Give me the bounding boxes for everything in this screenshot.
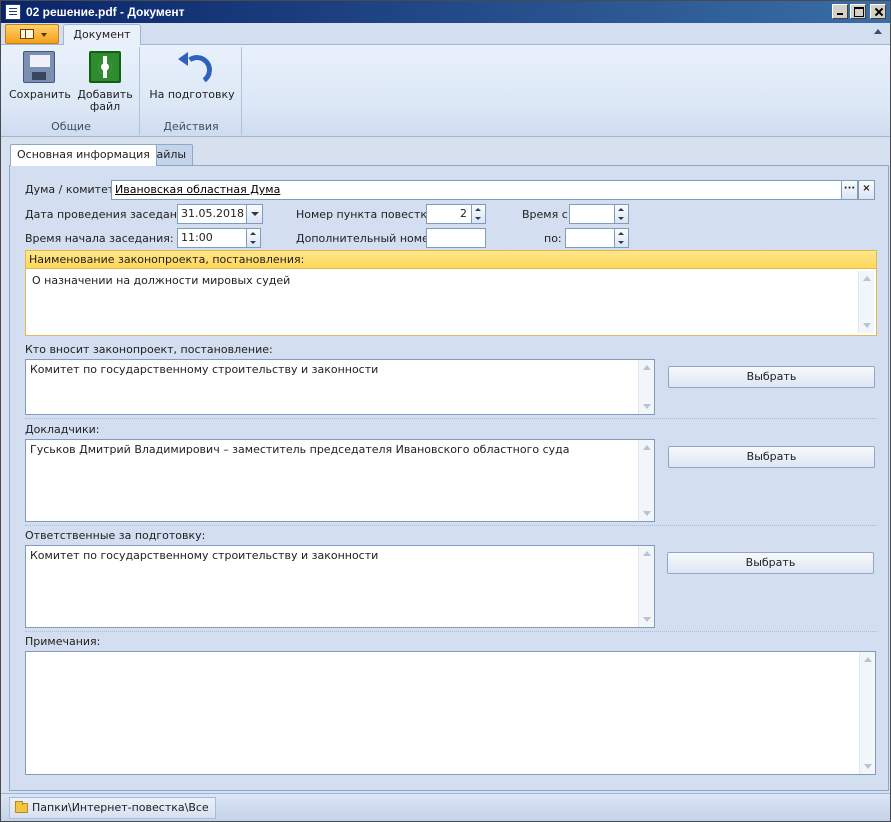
title-bar: 02 решение.pdf - Документ	[1, 1, 890, 23]
time-from-field[interactable]	[569, 204, 615, 224]
bill-name-label: Наименование законопроекта, постановлени…	[26, 251, 876, 269]
meeting-date-dropdown-button[interactable]	[246, 204, 263, 224]
notes-label: Примечания:	[25, 635, 101, 648]
separator	[25, 418, 877, 419]
speakers-pick-button[interactable]: Выбрать	[668, 446, 875, 468]
app-menu-button[interactable]	[5, 24, 59, 44]
separator	[25, 631, 877, 632]
duma-value: Ивановская областная Дума	[115, 183, 281, 196]
agenda-item-label: Номер пункта повестки:	[296, 208, 438, 221]
ribbon-collapse-icon[interactable]	[874, 29, 882, 34]
introducer-memo[interactable]: Комитет по государственному строительств…	[25, 359, 655, 415]
bill-name-scrollbar[interactable]	[858, 271, 874, 333]
maximize-button[interactable]	[850, 4, 866, 19]
ribbon-group-general: Сохранить Добавить файл Общие	[3, 47, 140, 135]
separator	[25, 525, 877, 526]
save-button[interactable]: Сохранить	[9, 51, 71, 101]
ribbon-tab-strip: Документ	[1, 23, 890, 46]
chevron-down-icon	[41, 33, 47, 37]
extra-number-field[interactable]	[426, 228, 486, 248]
bill-name-memo[interactable]: О назначении на должности мировых судей	[28, 271, 874, 333]
app-menu-icon	[20, 29, 34, 39]
introducer-pick-button[interactable]: Выбрать	[668, 366, 875, 388]
folder-icon	[15, 801, 28, 813]
responsible-label: Ответственные за подготовку:	[25, 529, 206, 542]
duma-label: Дума / комитет:	[25, 183, 118, 196]
duma-field[interactable]: Ивановская областная Дума	[111, 180, 842, 200]
save-label: Сохранить	[9, 88, 71, 101]
time-from-spinner[interactable]	[614, 204, 629, 224]
time-to-field[interactable]	[565, 228, 615, 248]
meeting-time-field[interactable]: 11:00	[177, 228, 247, 248]
responsible-memo[interactable]: Комитет по государственному строительств…	[25, 545, 655, 628]
duma-browse-button[interactable]: ···	[841, 180, 858, 200]
bill-name-group: Наименование законопроекта, постановлени…	[25, 250, 877, 336]
save-icon	[23, 51, 55, 83]
notes-scrollbar[interactable]	[859, 652, 875, 774]
document-icon	[5, 4, 21, 20]
meeting-time-label: Время начала заседания:	[25, 232, 174, 245]
responsible-value: Комитет по государственному строительств…	[30, 549, 379, 562]
time-to-label: по:	[544, 232, 562, 245]
time-to-spinner[interactable]	[614, 228, 629, 248]
ribbon-group-actions: На подготовку Действия	[141, 47, 242, 135]
ribbon-group-general-label: Общие	[51, 120, 91, 133]
document-window: 02 решение.pdf - Документ Документ Сохра…	[0, 0, 891, 822]
speakers-scrollbar[interactable]	[638, 440, 654, 521]
bill-name-value: О назначении на должности мировых судей	[32, 274, 291, 287]
ribbon-tab-document[interactable]: Документ	[63, 24, 141, 46]
duma-clear-button[interactable]: ×	[858, 180, 875, 200]
speakers-label: Докладчики:	[25, 423, 100, 436]
status-bar: Папки\Интернет-повестка\Все	[1, 793, 890, 821]
introducer-value: Комитет по государственному строительств…	[30, 363, 379, 376]
agenda-item-field[interactable]: 2	[426, 204, 472, 224]
introducer-scrollbar[interactable]	[638, 360, 654, 414]
tab-main-info[interactable]: Основная информация	[10, 144, 157, 166]
ribbon-group-actions-label: Действия	[163, 120, 219, 133]
speakers-memo[interactable]: Гуськов Дмитрий Владимирович – заместите…	[25, 439, 655, 522]
to-preparation-label: На подготовку	[149, 88, 235, 101]
minimize-button[interactable]	[832, 4, 848, 19]
responsible-pick-button[interactable]: Выбрать	[667, 552, 874, 574]
ribbon: Сохранить Добавить файл Общие На подгото…	[1, 45, 890, 137]
responsible-scrollbar[interactable]	[638, 546, 654, 627]
meeting-time-spinner[interactable]	[246, 228, 261, 248]
folder-path-label: Папки\Интернет-повестка\Все	[32, 801, 209, 814]
content-area: Основная информация Файлы Дума / комитет…	[5, 141, 889, 791]
close-button[interactable]	[870, 4, 886, 19]
add-file-button[interactable]: Добавить файл	[75, 51, 135, 113]
notes-memo[interactable]	[25, 651, 876, 775]
meeting-date-field[interactable]: 31.05.2018	[177, 204, 247, 224]
window-controls	[832, 4, 886, 19]
speakers-value: Гуськов Дмитрий Владимирович – заместите…	[30, 443, 570, 456]
add-file-label-line2: файл	[89, 100, 121, 113]
meeting-date-label: Дата проведения заседания:	[25, 208, 195, 221]
folder-path-button[interactable]: Папки\Интернет-повестка\Все	[9, 797, 216, 819]
window-title: 02 решение.pdf - Документ	[26, 5, 185, 19]
to-preparation-button[interactable]: На подготовку	[145, 51, 239, 101]
undo-icon	[176, 51, 208, 83]
introducer-label: Кто вносит законопроект, постановление:	[25, 343, 273, 356]
agenda-item-spinner[interactable]	[471, 204, 486, 224]
time-from-label: Время с:	[522, 208, 572, 221]
main-info-panel: Дума / комитет: Ивановская областная Дум…	[9, 165, 889, 791]
extra-number-label: Дополнительный номер:	[296, 232, 440, 245]
add-file-icon	[89, 51, 121, 83]
